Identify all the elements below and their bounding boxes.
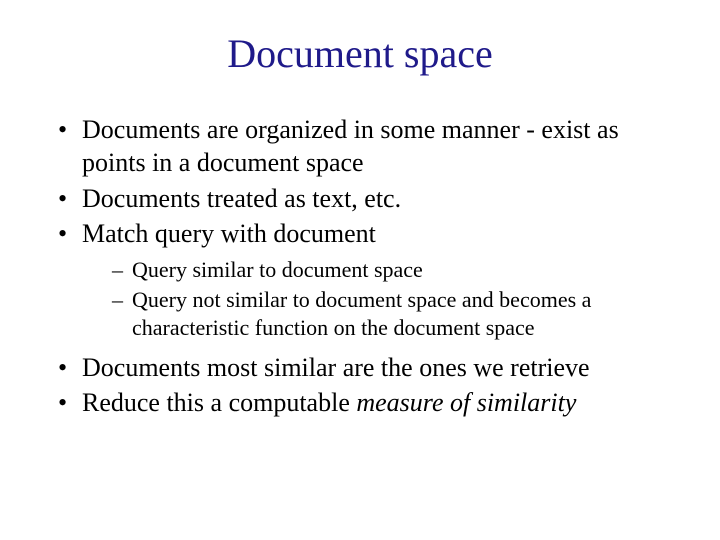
list-item-text-italic: measure of similarity bbox=[356, 388, 576, 417]
list-item-text: Match query with document bbox=[82, 219, 376, 248]
slide-title: Document space bbox=[50, 30, 670, 77]
sub-list-item: Query similar to document space bbox=[110, 256, 670, 284]
list-item: Documents treated as text, etc. bbox=[50, 182, 670, 215]
sub-list-item: Query not similar to document space and … bbox=[110, 286, 670, 342]
sub-bullet-list: Query similar to document space Query no… bbox=[82, 256, 670, 342]
list-item: Match query with document Query similar … bbox=[50, 217, 670, 343]
list-item: Reduce this a computable measure of simi… bbox=[50, 386, 670, 419]
list-item-text-prefix: Reduce this a computable bbox=[82, 388, 356, 417]
bullet-list: Documents are organized in some manner -… bbox=[50, 113, 670, 419]
list-item: Documents are organized in some manner -… bbox=[50, 113, 670, 180]
list-item: Documents most similar are the ones we r… bbox=[50, 351, 670, 384]
